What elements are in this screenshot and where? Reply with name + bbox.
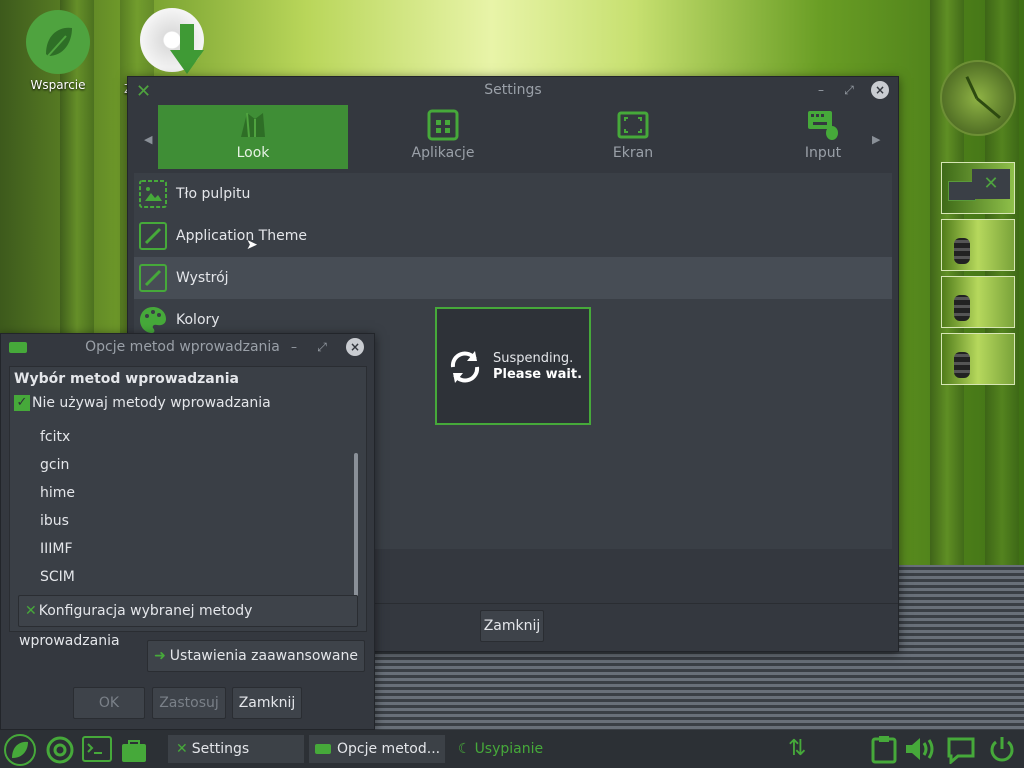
desktop-icon-label: Wsparcie [30,78,86,92]
arrow-right-icon: ➜ [154,648,166,664]
mouse-cursor-icon: ➤ [246,237,258,253]
notifications-icon[interactable] [946,736,976,764]
close-icon[interactable]: × [871,81,889,99]
desktop-icon-install[interactable]: Z [124,8,208,96]
start-menu-leaf-icon[interactable] [4,734,36,766]
list-item-application-theme[interactable]: Application Theme ➤ [134,215,892,257]
input-method-titlebar[interactable]: Opcje metod wprowadzania – ⤢ × [1,334,374,360]
leaf-icon [26,10,90,74]
terminal-icon[interactable] [82,736,112,762]
keyboard-mouse-icon [808,111,838,140]
list-item-desktop-background[interactable]: Tło pulpitu [134,173,892,215]
task-settings[interactable]: ✕ Settings [168,735,304,763]
display-icon [617,111,649,139]
no-input-method-checkbox[interactable]: ✓ Nie używaj metody wprowadzania [14,395,271,411]
tab-look[interactable]: Look [158,105,348,169]
window-title: Settings [484,82,542,98]
settings-icon: ✕ [25,603,37,619]
stones-icon [954,352,970,378]
configure-method-button[interactable]: ✕ Konfiguracja wybranej metody wprowadzan… [18,595,358,649]
button-label: Ustawienia zaawansowane [169,648,358,664]
list-item-label: Kolory [176,312,220,328]
software-store-icon[interactable] [120,736,148,764]
task-label: Opcje metod... [337,741,441,757]
input-method-window: Opcje metod wprowadzania – ⤢ × Wybór met… [0,333,375,730]
minimize-icon[interactable]: – [812,81,830,99]
task-input-method-options[interactable]: Opcje metod... [309,735,445,763]
maximize-icon[interactable]: ⤢ [313,338,331,356]
desktop-icon-wsparcie[interactable]: Wsparcie [22,10,94,92]
clipboard-icon[interactable] [870,734,898,764]
tabs-scroll-left-icon[interactable]: ◀ [144,133,152,146]
advanced-settings-button[interactable]: ➜ Ustawienia zaawansowane [147,640,365,672]
clock-minute-hand [976,97,1001,119]
power-icon[interactable] [988,735,1016,763]
minimize-icon[interactable]: – [285,338,303,356]
suspend-notification: Suspending. Please wait. [435,307,591,425]
disc-icon [140,8,204,74]
workspace-3[interactable] [941,276,1015,328]
scrollbar[interactable] [354,453,358,597]
list-item[interactable]: SCIM [40,563,350,591]
list-item[interactable]: ibus [40,507,350,535]
status-text: Usypianie [474,741,544,757]
tab-ekran[interactable]: Ekran [538,105,728,169]
method-list: fcitx gcin hime ibus IIIMF SCIM [40,423,350,591]
moon-icon: ☾ [458,741,471,757]
close-button[interactable]: Zamknij [232,687,302,719]
network-transfer-icon[interactable]: ⇅ [788,736,806,761]
tab-aplikacje[interactable]: Aplikacje [348,105,538,169]
wallpaper-icon [139,180,167,208]
clock-hour-hand [965,76,979,100]
list-item-label: Tło pulpitu [176,186,251,202]
tab-label: Input [804,145,842,161]
settings-icon: ✕ [972,169,1010,199]
list-item-label: Wystrój [176,270,229,286]
workspace-4[interactable] [941,333,1015,385]
section-title: Wybór metod wprowadzania [14,371,239,387]
list-item[interactable]: gcin [40,451,350,479]
check-icon: ✓ [14,395,30,411]
palette-icon [140,307,166,333]
tab-label: Aplikacje [411,145,475,161]
task-label: Settings [191,741,250,757]
stones-icon [954,238,970,264]
suspend-text-line1: Suspending. [493,351,574,366]
clock-widget [940,60,1016,136]
stones-icon [954,295,970,321]
checkbox-label: Nie używaj metody wprowadzania [32,395,271,411]
tab-label: Look [236,145,270,161]
brush-icon [139,264,167,292]
list-item-label: Application Theme [176,228,307,244]
category-tabs: Look Aplikacje Ekran Input [158,105,918,171]
suspend-text-line2: Please wait. [493,367,583,382]
tab-label: Ekran [612,145,654,161]
applications-icon [427,109,459,141]
list-item[interactable]: fcitx [40,423,350,451]
apply-button[interactable]: Zastosuj [152,687,226,719]
list-item[interactable]: IIIMF [40,535,350,563]
ok-button[interactable]: OK [73,687,145,719]
sleep-status: ☾ Usypianie [458,735,543,763]
list-item[interactable]: hime [40,479,350,507]
maximize-icon[interactable]: ⤢ [840,81,858,99]
volume-icon[interactable] [904,736,940,762]
look-icon [241,112,265,138]
settings-close-button[interactable]: Zamknij [480,610,544,642]
settings-titlebar[interactable]: ✕ Settings – ⤢ × [128,77,898,103]
refresh-icon [450,351,480,383]
close-icon[interactable]: × [346,338,364,356]
browser-icon[interactable] [46,736,74,764]
taskbar: ✕ Settings Opcje metod... ☾ Usypianie ⇅ [0,730,1024,768]
list-item-appearance[interactable]: Wystrój [134,257,892,299]
tab-input[interactable]: Input [728,105,918,169]
workspace-1[interactable]: ✕ [941,162,1015,214]
workspace-2[interactable] [941,219,1015,271]
keyboard-icon [315,744,331,754]
input-method-panel: Wybór metod wprowadzania ✓ Nie używaj me… [9,366,367,649]
brush-icon [139,222,167,250]
settings-icon: ✕ [176,741,188,757]
